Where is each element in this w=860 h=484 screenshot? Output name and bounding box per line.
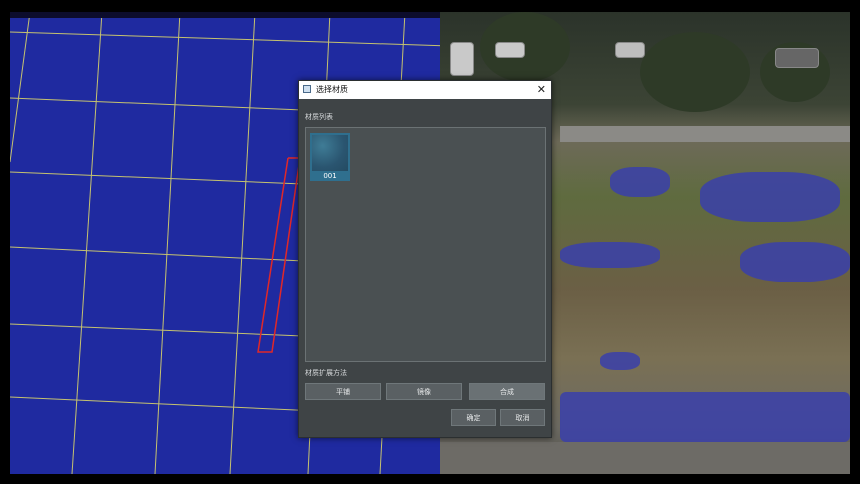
car — [615, 42, 645, 58]
material-thumbnail — [312, 135, 348, 171]
car — [775, 48, 819, 68]
dialog-title: 选择材质 — [316, 85, 348, 94]
material-item[interactable]: 001 — [310, 133, 350, 181]
water-patch — [700, 172, 840, 222]
composite-button[interactable]: 合成 — [469, 383, 545, 400]
toolbar-strip — [10, 12, 442, 18]
window-icon — [303, 85, 311, 93]
water-patch — [610, 167, 670, 197]
tree-canopy — [640, 32, 750, 112]
tile-button[interactable]: 平铺 — [305, 383, 381, 400]
close-button[interactable]: ✕ — [537, 83, 546, 97]
water-patch — [600, 352, 640, 370]
material-list-label: 材质列表 — [305, 113, 333, 121]
car — [450, 42, 474, 76]
mirror-button[interactable]: 镜像 — [386, 383, 462, 400]
material-name: 001 — [323, 172, 337, 180]
tree-canopy — [480, 12, 570, 82]
select-material-dialog: 选择材质 ✕ 材质列表 001 材质扩展方法 平铺 镜像 合成 确定 取消 — [298, 80, 552, 438]
dialog-titlebar[interactable]: 选择材质 ✕ — [299, 81, 551, 99]
wall — [560, 126, 850, 142]
rooftops — [440, 442, 850, 474]
water-patch — [740, 242, 850, 282]
material-list[interactable]: 001 — [305, 127, 546, 362]
selection-outline — [257, 157, 301, 353]
water-patch — [560, 242, 660, 268]
cancel-button[interactable]: 取消 — [500, 409, 545, 426]
water-channel — [560, 392, 850, 442]
ok-button[interactable]: 确定 — [451, 409, 496, 426]
extend-method-label: 材质扩展方法 — [305, 369, 347, 377]
car — [495, 42, 525, 58]
